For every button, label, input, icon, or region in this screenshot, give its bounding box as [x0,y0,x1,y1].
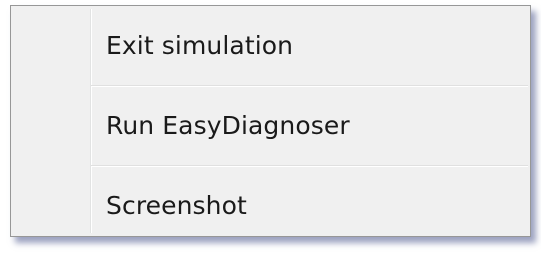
menu-separator [91,165,528,167]
menu-separator [91,85,528,87]
menu-item-screenshot[interactable]: Screenshot [13,168,528,242]
menu-item-label: Run EasyDiagnoser [106,110,350,140]
menu-item-exit-simulation[interactable]: Exit simulation [13,8,528,82]
menu-item-run-easydiagnoser[interactable]: Run EasyDiagnoser [13,88,528,162]
menu-item-label: Screenshot [106,190,247,220]
menu-item-label: Exit simulation [106,30,294,60]
context-menu: Exit simulation Run EasyDiagnoser Screen… [10,5,531,237]
